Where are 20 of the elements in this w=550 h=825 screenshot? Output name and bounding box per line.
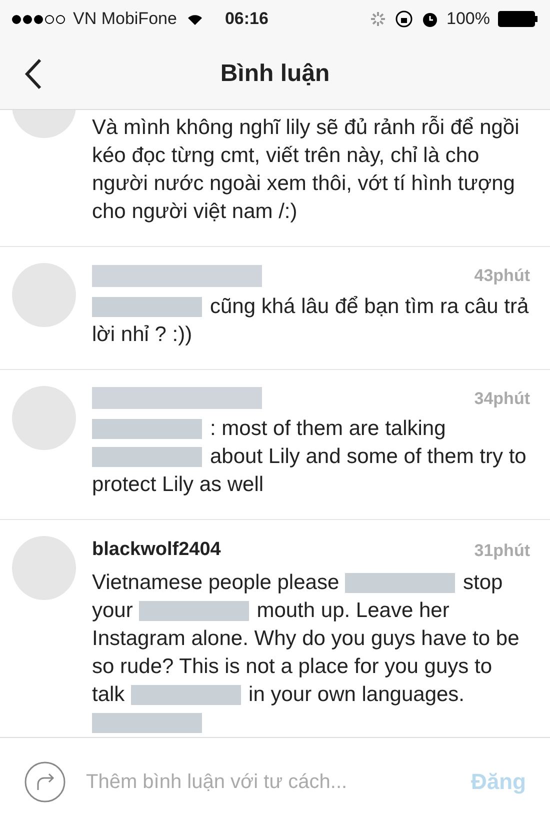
comment-time: 31phút <box>474 540 530 562</box>
comment-input[interactable]: Thêm bình luận với tư cách... <box>86 766 451 796</box>
username[interactable]: blackwolf2404 <box>92 536 221 564</box>
comment-time: 34phút <box>474 388 530 410</box>
back-icon[interactable] <box>24 58 42 90</box>
rotation-lock-icon <box>394 10 413 28</box>
comment-text: cũng khá lâu để bạn tìm ra câu trả lời nhỉ ? :)) <box>92 294 530 348</box>
alarm-icon <box>420 10 439 28</box>
carrier-name: VN MobiFone <box>73 8 177 30</box>
share-icon[interactable] <box>24 760 66 802</box>
battery-percent: 100% <box>446 8 490 30</box>
signal-icon <box>12 14 65 24</box>
comment-text: Và mình không nghĩ lily sẽ đủ rảnh rỗi để ngồi kéo đọc từng cmt, viết trên này, chỉ là cho người nước ngoài xem thôi, vớt tí hình tượng cho người việt nam /:) <box>92 114 520 225</box>
battery-icon <box>498 11 538 27</box>
comment-text: : most of them are talking about Lily and some of them try to protect Lily as well <box>92 416 528 498</box>
comment-time: 43phút <box>474 265 530 287</box>
clock: 06:16 <box>224 8 268 30</box>
loading-icon <box>368 10 387 28</box>
screen-title: Bình luận <box>219 58 331 88</box>
comment-text: Vietnamese people please stop your mouth up. Leave her Instagram alone. Why do you guys have to be so rude? This is not a place for you guys to talk in your own languages. <box>92 568 530 736</box>
